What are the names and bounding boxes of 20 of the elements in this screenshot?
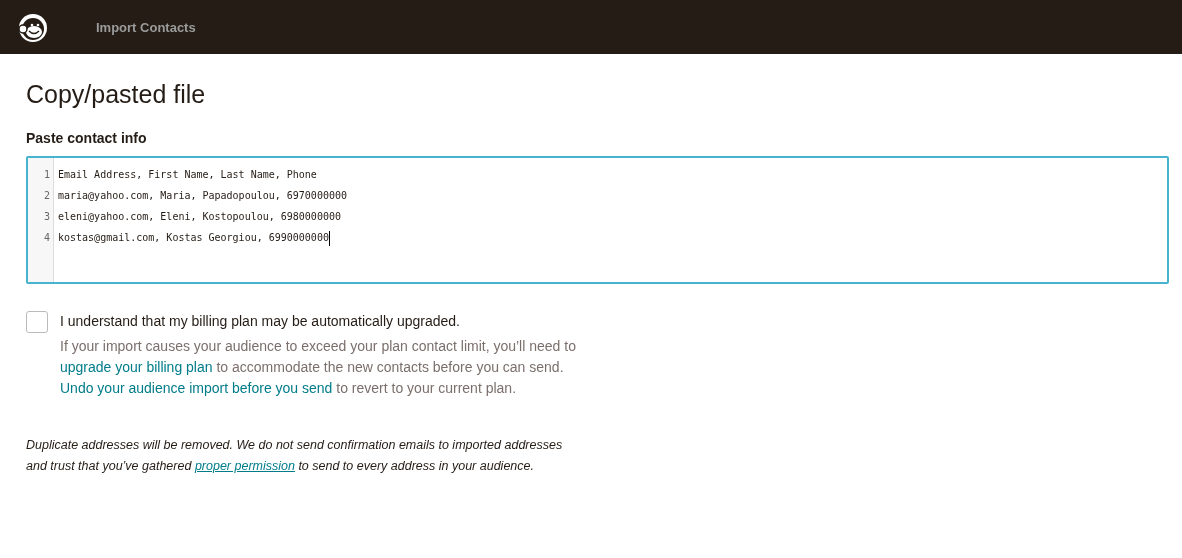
text-caret bbox=[328, 230, 330, 246]
line-number: 4 bbox=[42, 231, 51, 245]
text-link[interactable]: upgrade your billing plan bbox=[60, 359, 213, 375]
text-link[interactable]: proper permission bbox=[194, 459, 295, 473]
header-title: Import Contacts bbox=[96, 19, 196, 35]
code-line: kostas@gmail.com, Kostas Georgiou, 6990000000 bbox=[58, 232, 329, 243]
text-link[interactable]: Undo your audience import before you send bbox=[60, 380, 333, 396]
code-line: maria@yahoo.com, Maria, Papadopoulou, 6970000000 bbox=[58, 190, 347, 201]
line-number: 2 bbox=[42, 189, 51, 203]
field-label: Paste contact info bbox=[26, 130, 148, 146]
page-title: Copy/pasted file bbox=[26, 80, 207, 109]
duplicate-note-text: Duplicate addresses will be removed. We do not send confirmation emails to imported addresses and trust that you’ve gathered proper permission to send to every address in your audience. bbox=[26, 437, 564, 475]
code-line: Email Address, First Name, Last Name, Phone bbox=[58, 169, 317, 180]
code-line: eleni@yahoo.com, Eleni, Kostopoulou, 6980000000 bbox=[58, 211, 341, 222]
line-number: 1 bbox=[42, 168, 51, 182]
checkbox-label: I understand that my billing plan may be automatically upgraded. bbox=[60, 312, 461, 331]
billing-help-text: If your import causes your audience to exceed your plan contact limit, you’ll need to upgrade your billing plan to accommodate the new contacts before you can send. Undo your audience import before you send to revert to your current plan. bbox=[60, 337, 577, 398]
paste-editor-field[interactable]: 1 2 3 4 Email Address, First Name, Last Name, Phone maria@yahoo.com, Maria, Papadopoulou, 6970000000 eleni@yahoo.com, Eleni, Kostopoulou, 6980000000 kostas@gmail.com, Kostas Georgiou, 6990000000 bbox=[26, 156, 1169, 284]
consent-checkbox[interactable] bbox=[26, 311, 48, 333]
line-number: 3 bbox=[42, 210, 51, 224]
